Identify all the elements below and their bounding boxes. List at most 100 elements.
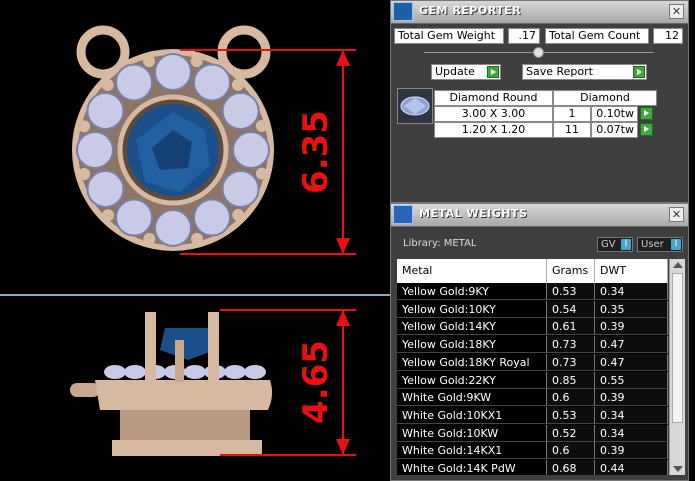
table-row[interactable]: Yellow Gold:9KY 0.53 0.34 — [397, 283, 668, 300]
scroll-down-icon[interactable] — [673, 466, 683, 472]
prong — [143, 232, 156, 245]
library-label: Library: METAL — [403, 238, 477, 249]
total-gem-count-label: Total Gem Count — [545, 28, 649, 44]
grams-cell: 0.6 — [547, 389, 595, 407]
total-gem-weight-label: Total Gem Weight — [394, 28, 504, 44]
column-header-metal[interactable]: Metal — [397, 259, 547, 283]
dwt-cell: 0.35 — [595, 300, 668, 318]
metal-name-cell: Yellow Gold:18KY Royal — [397, 353, 547, 371]
grams-cell: 0.53 — [547, 406, 595, 424]
metal-name-cell: Yellow Gold:9KY — [397, 283, 547, 300]
prong — [190, 55, 203, 68]
halo-diamond — [86, 92, 125, 130]
halo-diamond — [221, 92, 260, 130]
table-row[interactable]: Yellow Gold:10KY 0.54 0.35 — [397, 300, 668, 318]
halo-diamond — [154, 209, 192, 247]
grams-cell: 0.85 — [547, 371, 595, 389]
prong — [255, 167, 268, 180]
save-report-button[interactable]: Save Report — [522, 64, 647, 80]
total-gem-count-value: 12 — [653, 28, 683, 44]
table-row[interactable]: White Gold:9KW 0.6 0.39 — [397, 389, 668, 407]
dwt-cell: 0.34 — [595, 406, 668, 424]
dwt-cell: 0.34 — [595, 424, 668, 442]
update-button[interactable]: Update — [431, 64, 501, 80]
gem-row-2-count: 11 — [553, 122, 591, 138]
metal-weights-close-icon[interactable]: ✕ — [669, 207, 684, 222]
user-toggle[interactable]: User I — [637, 237, 683, 252]
side-diamond — [184, 365, 206, 379]
grams-cell: 0.73 — [547, 336, 595, 354]
grams-cell: 0.68 — [547, 460, 595, 475]
gem-row-1-weight: 0.10tw — [591, 106, 638, 122]
halo-diamond — [232, 131, 270, 169]
gem-table-header-shape: Diamond Round — [434, 90, 553, 106]
metal-name-cell: White Gold:9KW — [397, 389, 547, 407]
prong — [102, 209, 115, 222]
column-header-grams[interactable]: Grams — [547, 259, 595, 283]
scroll-up-icon[interactable] — [673, 262, 683, 268]
user-toggle-label: User — [641, 239, 664, 250]
table-row[interactable]: White Gold:14KX1 0.6 0.39 — [397, 442, 668, 460]
grams-cell: 0.61 — [547, 318, 595, 336]
metal-name-cell: Yellow Gold:14KY — [397, 318, 547, 336]
3d-viewport[interactable]: 6.35 4.65 — [0, 0, 390, 481]
grams-cell: 0.6 — [547, 442, 595, 460]
dwt-cell: 0.39 — [595, 318, 668, 336]
halo-diamond — [154, 53, 192, 91]
prong — [231, 78, 244, 91]
pendant-side-view — [70, 312, 273, 456]
gem-row-1-arrow-icon[interactable] — [640, 107, 653, 120]
gem-row-1-count: 1 — [553, 106, 591, 122]
pendant-top-view — [72, 25, 274, 251]
gem-row-1-size: 3.00 X 3.00 — [434, 106, 553, 122]
table-row[interactable]: Yellow Gold:18KY 0.73 0.47 — [397, 336, 668, 354]
gem-row-2-weight: 0.07tw — [591, 122, 638, 138]
table-row[interactable]: Yellow Gold:22KY 0.85 0.55 — [397, 371, 668, 389]
update-button-label: Update — [435, 65, 475, 78]
save-report-button-label: Save Report — [526, 65, 593, 78]
metal-name-cell: White Gold:14K PdW — [397, 460, 547, 475]
gem-reporter-icon — [393, 2, 413, 21]
gem-reporter-titlebar[interactable]: GEM REPORTER ✕ — [391, 1, 688, 24]
gem-thumbnail[interactable] — [397, 88, 433, 124]
table-row[interactable]: White Gold:10KW 0.52 0.34 — [397, 424, 668, 442]
dimension-top-label: 6.35 — [295, 110, 336, 194]
gem-reporter-title: GEM REPORTER — [419, 4, 522, 17]
metal-name-cell: Yellow Gold:10KY — [397, 300, 547, 318]
column-header-dwt[interactable]: DWT — [595, 259, 668, 283]
side-diamond — [244, 365, 266, 379]
prong — [190, 232, 203, 245]
grams-cell: 0.53 — [547, 283, 595, 300]
table-row[interactable]: White Gold:10KX1 0.53 0.34 — [397, 406, 668, 424]
gem-reporter-close-icon[interactable]: ✕ — [669, 4, 684, 19]
play-arrow-icon — [633, 66, 645, 78]
table-row[interactable]: Yellow Gold:18KY Royal 0.73 0.47 — [397, 353, 668, 371]
metal-name-cell: Yellow Gold:22KY — [397, 371, 547, 389]
dwt-cell: 0.39 — [595, 442, 668, 460]
gv-toggle-label: GV — [601, 239, 616, 250]
halo-diamond — [193, 63, 231, 102]
table-row[interactable]: White Gold:14K PdW 0.68 0.44 — [397, 460, 668, 475]
prong — [232, 208, 245, 221]
halo-diamond — [76, 131, 114, 169]
gv-toggle[interactable]: GV I — [597, 237, 633, 252]
scrollbar-thumb[interactable] — [672, 273, 683, 423]
metal-weights-titlebar[interactable]: METAL WEIGHTS ✕ — [391, 204, 688, 227]
side-diamond — [104, 365, 126, 379]
dwt-cell: 0.55 — [595, 371, 668, 389]
dwt-cell: 0.47 — [595, 336, 668, 354]
metal-weights-table[interactable]: Metal Grams DWT Yellow Gold:9KY 0.53 0.34 Y… — [397, 259, 668, 475]
total-gem-weight-value: .17 — [508, 28, 540, 44]
play-arrow-icon — [487, 66, 499, 78]
gem-row-2-arrow-icon[interactable] — [640, 123, 653, 136]
halo-diamond — [221, 170, 260, 208]
round-diamond-icon — [400, 96, 430, 116]
metal-table-scrollbar[interactable] — [669, 259, 685, 475]
dwt-cell: 0.39 — [595, 389, 668, 407]
gv-indicator-icon: I — [621, 239, 631, 250]
grams-cell: 0.52 — [547, 424, 595, 442]
separator-knob-icon[interactable] — [533, 47, 544, 58]
halo-diamond — [86, 170, 125, 208]
table-row[interactable]: Yellow Gold:14KY 0.61 0.39 — [397, 318, 668, 336]
dwt-cell: 0.34 — [595, 283, 668, 300]
